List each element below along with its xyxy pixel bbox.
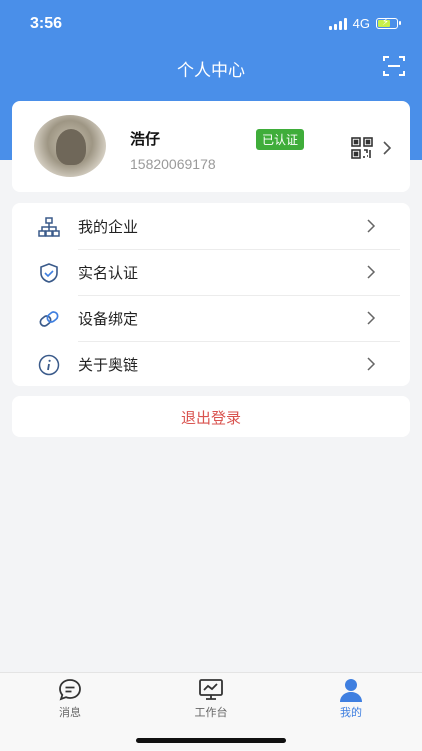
menu-item-my-company[interactable]: 我的企业: [12, 203, 410, 249]
signal-icon: [328, 17, 347, 30]
menu-item-label: 关于奥链: [78, 356, 139, 374]
workbench-icon: [199, 679, 223, 700]
menu-item-device-binding[interactable]: 设备绑定: [12, 295, 410, 341]
menu-card: 我的企业 实名认证 设备绑定 关于奥链: [12, 203, 410, 386]
logout-label: 退出登录: [180, 409, 241, 427]
status-time: 3:56: [30, 15, 63, 32]
user-phone: 15820069178: [130, 156, 216, 172]
home-indicator: [136, 738, 286, 743]
info-icon: [38, 354, 60, 376]
profile-card[interactable]: 浩仔 15820069178 已认证: [12, 101, 410, 192]
message-icon: [59, 679, 81, 701]
chevron-right-icon: [367, 265, 376, 279]
menu-item-about[interactable]: 关于奥链: [12, 341, 410, 387]
scan-icon[interactable]: [382, 54, 406, 78]
avatar[interactable]: [34, 115, 106, 177]
battery-icon: ⚡: [376, 17, 401, 29]
org-chart-icon: [38, 217, 60, 237]
status-indicators: 4G ⚡: [328, 16, 401, 31]
user-icon: [340, 679, 362, 702]
link-icon: [39, 311, 59, 327]
shield-check-icon: [40, 263, 58, 283]
chevron-right-icon: [367, 311, 376, 325]
chevron-right-icon: [367, 219, 376, 233]
tab-me[interactable]: 我的: [311, 677, 391, 720]
status-bar: 3:56 4G ⚡: [0, 0, 422, 50]
menu-item-label: 我的企业: [78, 218, 139, 236]
menu-item-label: 设备绑定: [78, 310, 139, 328]
page-title: 个人中心: [177, 61, 245, 81]
tab-label: 工作台: [194, 706, 228, 719]
chevron-right-icon: [367, 357, 376, 371]
tab-label: 消息: [59, 706, 81, 719]
verified-badge: 已认证: [256, 129, 305, 150]
tab-workbench[interactable]: 工作台: [171, 677, 251, 720]
logout-button[interactable]: 退出登录: [12, 396, 410, 437]
tab-messages[interactable]: 消息: [30, 677, 110, 720]
menu-item-real-name-auth[interactable]: 实名认证: [12, 249, 410, 295]
chevron-right-icon: [383, 141, 392, 155]
qr-code-icon[interactable]: [351, 137, 373, 159]
user-name: 浩仔: [130, 130, 161, 148]
network-type: 4G: [352, 16, 370, 31]
tab-label: 我的: [340, 706, 362, 719]
menu-item-label: 实名认证: [78, 264, 139, 282]
